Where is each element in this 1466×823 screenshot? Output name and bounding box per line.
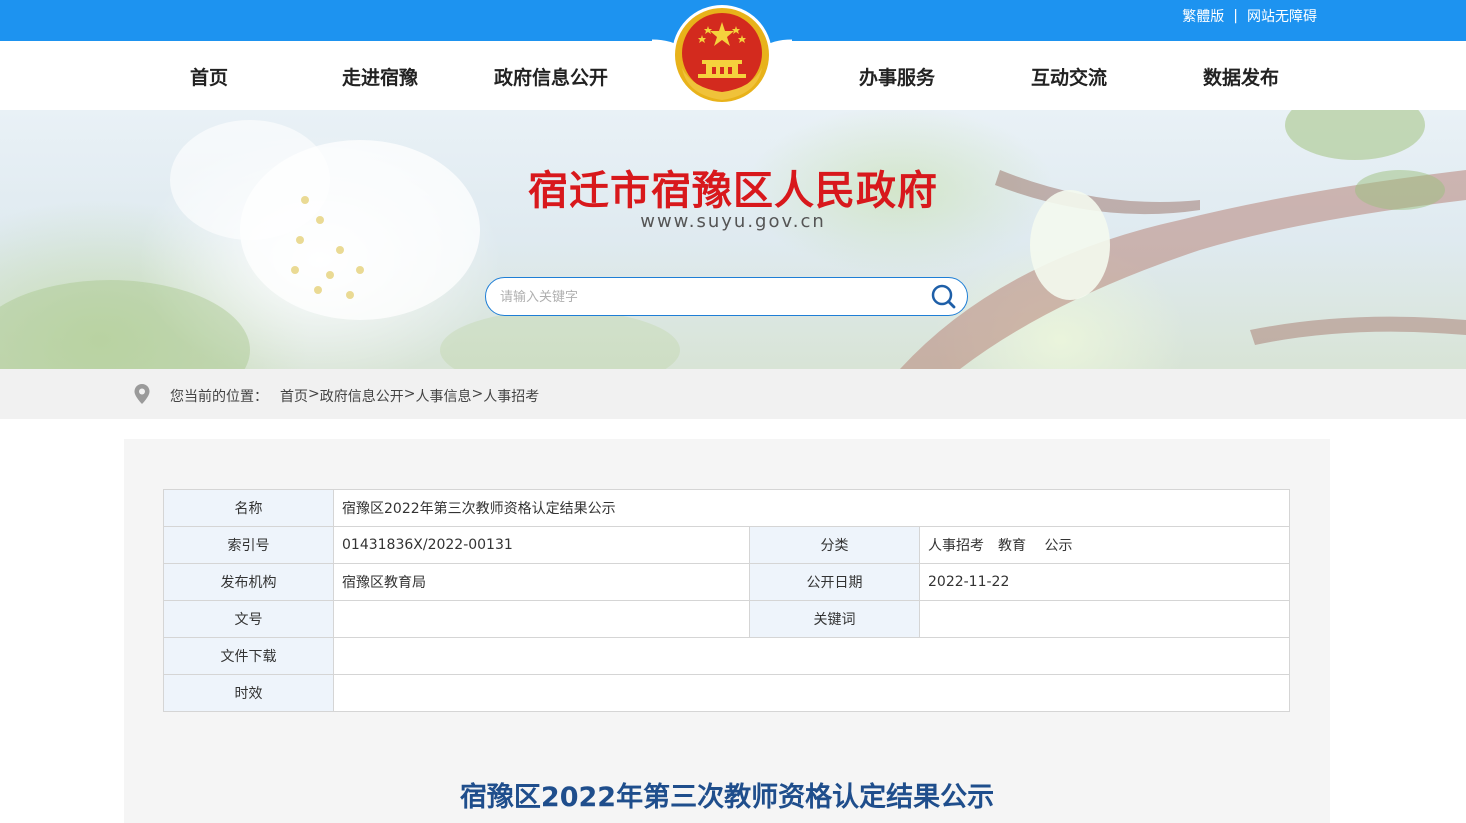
docno-label: 文号	[163, 600, 334, 638]
keywords-label: 关键词	[749, 600, 920, 638]
breadcrumb-hr-info[interactable]: 人事信息	[415, 386, 471, 406]
breadcrumb-separator: >	[403, 386, 416, 402]
metadata-table: 名称 宿豫区2022年第三次教师资格认定结果公示 索引号 01431836X/2…	[163, 489, 1290, 712]
location-pin-icon	[133, 383, 151, 405]
breadcrumb-separator: >	[471, 386, 484, 402]
download-label: 文件下载	[163, 637, 334, 675]
date-value: 2022-11-22	[919, 563, 1290, 601]
search-input[interactable]	[500, 287, 900, 307]
nav-item-interaction[interactable]: 互动交流	[1031, 63, 1107, 90]
search-icon[interactable]	[931, 284, 957, 310]
breadcrumb-prefix: 您当前的位置：	[170, 389, 268, 405]
blossom-background	[0, 110, 1466, 369]
table-row: 索引号 01431836X/2022-00131 分类 人事招考 教育 公示	[163, 526, 1290, 564]
article-title: 宿豫区2022年第三次教师资格认定结果公示	[459, 782, 995, 813]
top-links: 繁體版 | 网站无障碍	[1182, 6, 1317, 26]
validity-label: 时效	[163, 674, 334, 712]
accessibility-link[interactable]: 网站无障碍	[1247, 6, 1317, 26]
nav-item-about-suyu[interactable]: 走进宿豫	[342, 63, 418, 90]
content-panel: 名称 宿豫区2022年第三次教师资格认定结果公示 索引号 01431836X/2…	[124, 439, 1330, 823]
table-row: 名称 宿豫区2022年第三次教师资格认定结果公示	[163, 489, 1290, 527]
docno-value	[333, 600, 750, 638]
traditional-chinese-link[interactable]: 繁體版	[1182, 6, 1224, 26]
nav-item-data-release[interactable]: 数据发布	[1203, 63, 1279, 90]
table-row: 文件下载	[163, 637, 1290, 675]
hero-banner: 宿迁市宿豫区人民政府 www.suyu.gov.cn	[0, 110, 1466, 369]
table-row: 时效	[163, 674, 1290, 712]
breadcrumb-items: 首页 > 政府信息公开 > 人事信息 > 人事招考	[280, 386, 539, 406]
name-value: 宿豫区2022年第三次教师资格认定结果公示	[333, 489, 1290, 527]
breadcrumb-home[interactable]: 首页	[280, 386, 308, 406]
table-row: 发布机构 宿豫区教育局 公开日期 2022-11-22	[163, 563, 1290, 601]
nav-item-home[interactable]: 首页	[190, 63, 228, 90]
index-value: 01431836X/2022-00131	[333, 526, 750, 564]
breadcrumb: 您当前的位置： 首页 > 政府信息公开 > 人事信息 > 人事招考	[0, 369, 1466, 419]
site-title: 宿迁市宿豫区人民政府	[528, 168, 938, 214]
site-url: www.suyu.gov.cn	[640, 211, 826, 232]
breadcrumb-separator: >	[308, 386, 320, 402]
validity-value	[333, 674, 1290, 712]
nav-item-services[interactable]: 办事服务	[859, 63, 935, 90]
date-label: 公开日期	[749, 563, 920, 601]
category-value: 人事招考 教育 公示	[919, 526, 1290, 564]
keywords-value	[919, 600, 1290, 638]
index-label: 索引号	[163, 526, 334, 564]
search-box	[485, 277, 968, 316]
org-label: 发布机构	[163, 563, 334, 601]
nav-item-gov-info[interactable]: 政府信息公开	[494, 63, 608, 90]
download-value	[333, 637, 1290, 675]
breadcrumb-gov-info[interactable]: 政府信息公开	[320, 386, 404, 406]
name-label: 名称	[163, 489, 334, 527]
org-value: 宿豫区教育局	[333, 563, 750, 601]
category-label: 分类	[749, 526, 920, 564]
breadcrumb-recruitment[interactable]: 人事招考	[483, 386, 539, 406]
national-emblem-icon[interactable]	[651, 0, 793, 112]
top-links-separator: |	[1233, 8, 1238, 24]
table-row: 文号 关键词	[163, 600, 1290, 638]
